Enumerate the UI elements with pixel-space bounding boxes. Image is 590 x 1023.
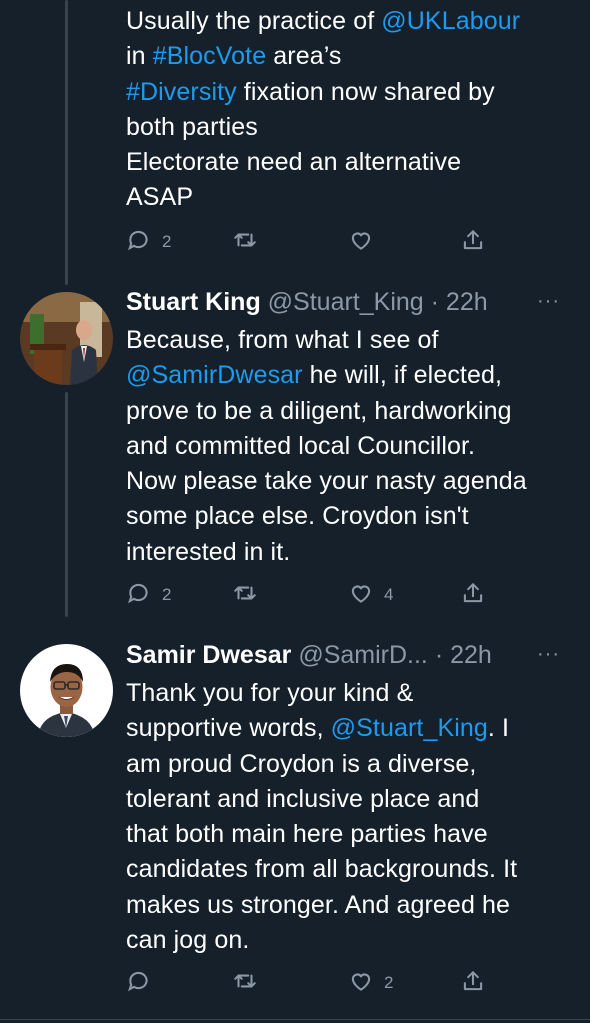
tweet-header: Samir Dwesar @SamirD... · 22h (126, 640, 492, 670)
more-options-icon[interactable]: ··· (537, 643, 560, 666)
tweet-text-segment: Usually the practice of (126, 7, 382, 35)
divider (0, 1019, 590, 1020)
mention-link[interactable]: @Stuart_King (331, 714, 488, 742)
man-with-glasses-photo (20, 644, 113, 737)
like-button[interactable]: 4 (348, 580, 393, 610)
tweet-time[interactable]: · 22h (435, 641, 492, 669)
tweet-text-segment: he will, if elected, prove to be a dilig… (126, 361, 527, 566)
tweet-header: Stuart King @Stuart_King · 22h (126, 287, 488, 317)
reply-icon (126, 227, 152, 258)
share-icon (460, 227, 486, 258)
reply-count: 2 (162, 232, 172, 251)
like-count: 4 (384, 585, 394, 604)
mention-link[interactable]: @UKLabour (381, 7, 520, 35)
mention-link[interactable]: @SamirDwesar (126, 361, 303, 389)
reply-icon (126, 968, 152, 999)
tweet-actions: 2 (0, 968, 590, 998)
reply-icon (126, 580, 152, 611)
tweet-time[interactable]: · 22h (431, 288, 488, 316)
tweet-text: Usually the practice of @UKLabour in #Bl… (126, 4, 576, 216)
hashtag-link[interactable]: #BlocVote (153, 42, 267, 70)
tweet-actions: 2 4 (0, 580, 590, 610)
like-button[interactable]: 2 (348, 968, 393, 998)
hashtag-link[interactable]: #Diversity (126, 78, 237, 106)
retweet-button[interactable] (232, 968, 258, 998)
like-count: 2 (384, 973, 394, 992)
share-button[interactable] (460, 580, 486, 610)
speaker-at-podium-photo (20, 292, 113, 385)
retweet-icon (232, 227, 258, 258)
heart-icon (348, 580, 374, 611)
retweet-icon (232, 968, 258, 999)
tweet-text-segment: Because, from what I see of (126, 326, 439, 354)
author-name[interactable]: Stuart King (126, 288, 261, 316)
share-icon (460, 968, 486, 999)
share-button[interactable] (460, 968, 486, 998)
tweet-text-segment: . I am proud Croydon is a diverse, toler… (126, 714, 518, 955)
author-handle[interactable]: @SamirD... (298, 641, 428, 669)
share-icon (460, 580, 486, 611)
retweet-button[interactable] (232, 580, 258, 610)
avatar[interactable] (20, 292, 113, 385)
avatar[interactable] (20, 644, 113, 737)
author-handle[interactable]: @Stuart_King (268, 288, 424, 316)
tweet-text-segment: area’s (273, 42, 342, 71)
author-name[interactable]: Samir Dwesar (126, 641, 291, 669)
more-options-icon[interactable]: ··· (537, 290, 560, 313)
like-button[interactable] (348, 227, 374, 257)
retweet-button[interactable] (232, 227, 258, 257)
tweet-text: Because, from what I see of @SamirDwesar… (126, 323, 576, 570)
reply-button[interactable]: 2 (126, 580, 171, 610)
reply-button[interactable] (126, 968, 152, 998)
tweet-text: Thank you for your kind & supportive wor… (126, 676, 576, 958)
reply-button[interactable]: 2 (126, 227, 171, 257)
heart-icon (348, 968, 374, 999)
tweet-text-segment: in (126, 42, 146, 71)
reply-count: 2 (162, 585, 172, 604)
retweet-icon (232, 580, 258, 611)
tweet-actions: 2 (0, 227, 590, 257)
share-button[interactable] (460, 227, 486, 257)
heart-icon (348, 227, 374, 258)
